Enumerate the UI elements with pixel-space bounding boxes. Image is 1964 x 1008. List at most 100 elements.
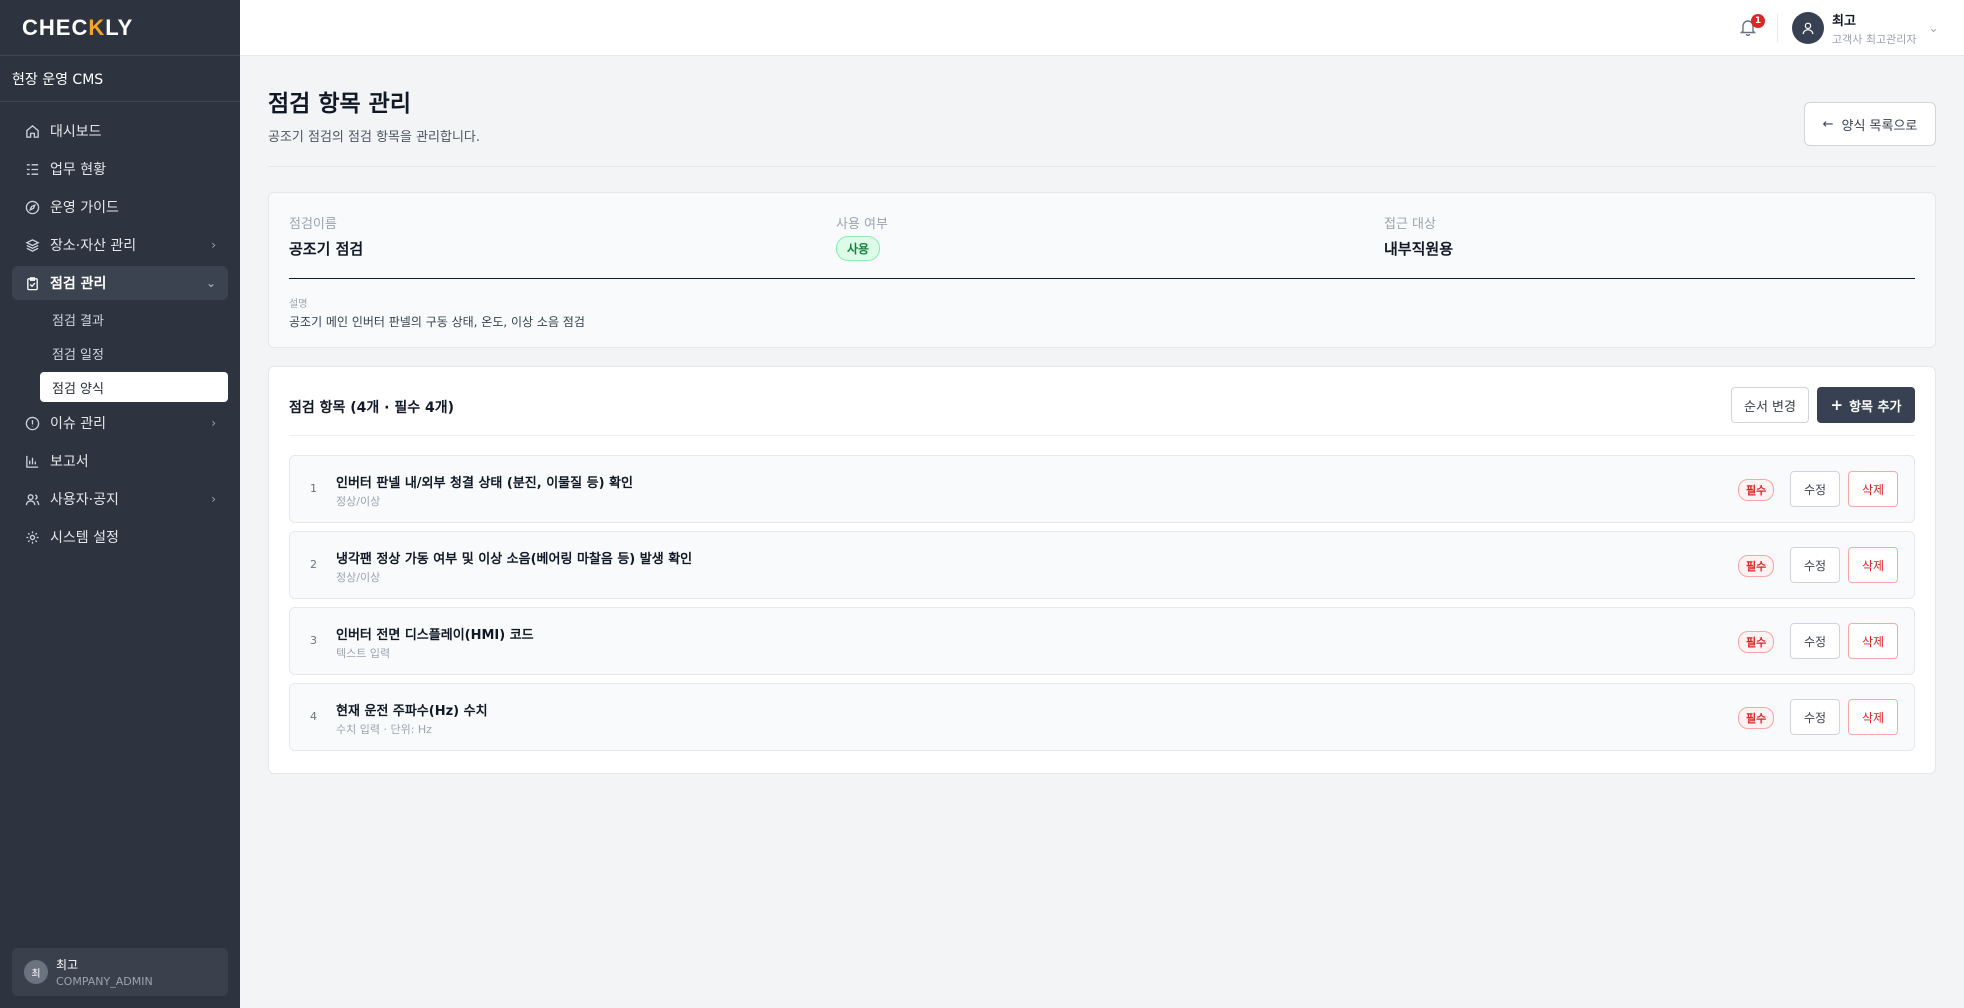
edit-button[interactable]: 수정 bbox=[1790, 699, 1840, 735]
item-title: 현재 운전 주파수(Hz) 수치 bbox=[336, 704, 488, 719]
chevron-down-icon: ⌄ bbox=[1928, 21, 1939, 35]
sidebar-item-places-assets[interactable]: 장소·자산 관리 › bbox=[12, 228, 228, 262]
logo-text-accent: K bbox=[88, 14, 106, 40]
item-title: 인버터 전면 디스플레이(HMI) 코드 bbox=[336, 628, 534, 643]
sidebar-item-label: 장소·자산 관리 bbox=[50, 238, 137, 254]
sidebar: CHECKLY 현장 운영 CMS 대시보드 업무 현황 운영 가이드 장소·자… bbox=[0, 0, 240, 1008]
back-to-forms-button[interactable]: ← 양식 목록으로 bbox=[1804, 102, 1936, 146]
task-list-icon bbox=[24, 161, 40, 177]
sidebar-user-card[interactable]: 최 최고 COMPANY_ADMIN bbox=[12, 948, 228, 996]
list-item: 1 인버터 판넬 내/외부 청결 상태 (분진, 이물질 등) 확인 정상/이상… bbox=[289, 455, 1915, 523]
inspection-info-card: 점검이름 공조기 점검 사용 여부 사용 접근 대상 내부직원용 설명 공조기 … bbox=[268, 192, 1936, 348]
item-number: 2 bbox=[310, 558, 317, 571]
profile-name: 최고 bbox=[1832, 13, 1856, 29]
back-button-label: 양식 목록으로 bbox=[1841, 118, 1918, 134]
home-icon bbox=[24, 123, 40, 139]
sidebar-subitem-forms[interactable]: 점검 양식 bbox=[40, 372, 228, 402]
sidebar-item-label: 점검 관리 bbox=[50, 276, 107, 292]
items-section-title: 점검 항목 (4개 · 필수 4개) bbox=[289, 400, 455, 416]
item-number: 1 bbox=[310, 482, 317, 495]
sidebar-item-issues[interactable]: 이슈 관리 › bbox=[12, 406, 228, 440]
item-type: 수치 입력 · 단위: Hz bbox=[336, 723, 432, 736]
required-badge: 필수 bbox=[1738, 631, 1775, 653]
profile-menu[interactable]: 최고 고객사 최고관리자 ⌄ bbox=[1792, 10, 1939, 46]
chevron-right-icon: › bbox=[211, 238, 216, 252]
profile-role: 고객사 최고관리자 bbox=[1832, 32, 1917, 46]
sidebar-item-label: 대시보드 bbox=[50, 124, 102, 140]
arrow-left-icon: ← bbox=[1822, 116, 1834, 132]
bar-chart-icon bbox=[24, 453, 40, 469]
inspection-items-card: 점검 항목 (4개 · 필수 4개) 순서 변경 + 항목 추가 1 인버터 판… bbox=[268, 366, 1936, 774]
item-number: 3 bbox=[310, 634, 317, 647]
sidebar-item-inspection[interactable]: 점검 관리 ⌄ bbox=[12, 266, 228, 300]
sidebar-item-settings[interactable]: 시스템 설정 bbox=[12, 520, 228, 554]
edit-button[interactable]: 수정 bbox=[1790, 471, 1840, 507]
sidebar-item-users-notices[interactable]: 사용자·공지 › bbox=[12, 482, 228, 516]
info-access-label: 접근 대상 bbox=[1384, 217, 1436, 232]
delete-button[interactable]: 삭제 bbox=[1848, 623, 1898, 659]
info-use: 사용 여부 사용 bbox=[836, 213, 888, 261]
status-badge: 사용 bbox=[836, 236, 881, 261]
edit-button[interactable]: 수정 bbox=[1790, 547, 1840, 583]
item-type: 정상/이상 bbox=[336, 571, 381, 584]
edit-button[interactable]: 수정 bbox=[1790, 623, 1840, 659]
divider bbox=[1777, 14, 1778, 42]
delete-button[interactable]: 삭제 bbox=[1848, 471, 1898, 507]
sidebar-user-name: 최고 bbox=[56, 958, 79, 972]
sidebar-item-label: 운영 가이드 bbox=[50, 200, 119, 216]
logo[interactable]: CHECKLY bbox=[0, 0, 240, 56]
divider bbox=[268, 166, 1936, 167]
sidebar-item-guide[interactable]: 운영 가이드 bbox=[12, 190, 228, 224]
logo-text-a: CHEC bbox=[22, 14, 89, 40]
chevron-down-icon: ⌄ bbox=[205, 276, 216, 290]
gear-icon bbox=[24, 529, 40, 545]
list-item: 3 인버터 전면 디스플레이(HMI) 코드 텍스트 입력 필수 수정 삭제 bbox=[289, 607, 1915, 675]
layers-icon bbox=[24, 237, 40, 253]
list-item: 4 현재 운전 주파수(Hz) 수치 수치 입력 · 단위: Hz 필수 수정 … bbox=[289, 683, 1915, 751]
sidebar-item-label: 업무 현황 bbox=[50, 162, 106, 178]
compass-icon bbox=[24, 199, 40, 215]
item-number: 4 bbox=[310, 710, 317, 723]
delete-button[interactable]: 삭제 bbox=[1848, 547, 1898, 583]
sidebar-item-dashboard[interactable]: 대시보드 bbox=[12, 114, 228, 148]
chevron-right-icon: › bbox=[211, 416, 216, 430]
item-title: 인버터 판넬 내/외부 청결 상태 (분진, 이물질 등) 확인 bbox=[336, 476, 633, 491]
page-subtitle: 공조기 점검의 점검 항목을 관리합니다. bbox=[268, 130, 481, 145]
sidebar-item-label: 보고서 bbox=[50, 454, 89, 470]
info-desc-value: 공조기 메인 인버터 판넬의 구동 상태, 온도, 이상 소음 점검 bbox=[289, 315, 585, 329]
list-item: 2 냉각팬 정상 가동 여부 및 이상 소음(베어링 마찰음 등) 발생 확인 … bbox=[289, 531, 1915, 599]
logo-text-b: LY bbox=[105, 14, 134, 40]
sidebar-subitem-schedule[interactable]: 점검 일정 bbox=[40, 338, 228, 368]
add-item-label: 항목 추가 bbox=[1849, 399, 1902, 415]
info-access-value: 내부직원용 bbox=[1384, 240, 1454, 258]
sidebar-subitem-results[interactable]: 점검 결과 bbox=[40, 304, 228, 334]
sidebar-nav: 대시보드 업무 현황 운영 가이드 장소·자산 관리 › 점검 관리 ⌄ 점검 … bbox=[0, 102, 240, 554]
sidebar-user-role: COMPANY_ADMIN bbox=[56, 975, 153, 988]
sidebar-item-reports[interactable]: 보고서 bbox=[12, 444, 228, 478]
users-icon bbox=[24, 491, 40, 507]
notification-bell-icon[interactable]: 1 bbox=[1739, 14, 1765, 38]
divider bbox=[289, 278, 1915, 279]
notification-badge: 1 bbox=[1751, 14, 1765, 28]
item-title: 냉각팬 정상 가동 여부 및 이상 소음(베어링 마찰음 등) 발생 확인 bbox=[336, 552, 693, 567]
alert-circle-icon bbox=[24, 415, 40, 431]
info-name-value: 공조기 점검 bbox=[289, 240, 364, 258]
sidebar-item-label: 시스템 설정 bbox=[50, 530, 119, 546]
chevron-right-icon: › bbox=[211, 492, 216, 506]
clipboard-check-icon bbox=[24, 275, 40, 291]
divider bbox=[289, 435, 1915, 436]
info-use-label: 사용 여부 bbox=[836, 217, 888, 232]
plus-icon: + bbox=[1830, 396, 1844, 414]
item-type: 텍스트 입력 bbox=[336, 647, 391, 660]
sidebar-item-label: 이슈 관리 bbox=[50, 416, 106, 432]
sidebar-item-label: 사용자·공지 bbox=[50, 492, 119, 508]
info-name-label: 점검이름 bbox=[289, 217, 337, 232]
add-item-button[interactable]: + 항목 추가 bbox=[1817, 387, 1915, 423]
topbar: 1 최고 고객사 최고관리자 ⌄ bbox=[240, 0, 1964, 56]
cms-title: 현장 운영 CMS bbox=[0, 56, 240, 102]
sidebar-item-work-status[interactable]: 업무 현황 bbox=[12, 152, 228, 186]
info-name: 점검이름 공조기 점검 bbox=[289, 213, 363, 259]
item-type: 정상/이상 bbox=[336, 495, 381, 508]
delete-button[interactable]: 삭제 bbox=[1848, 699, 1898, 735]
reorder-button[interactable]: 순서 변경 bbox=[1731, 387, 1809, 423]
